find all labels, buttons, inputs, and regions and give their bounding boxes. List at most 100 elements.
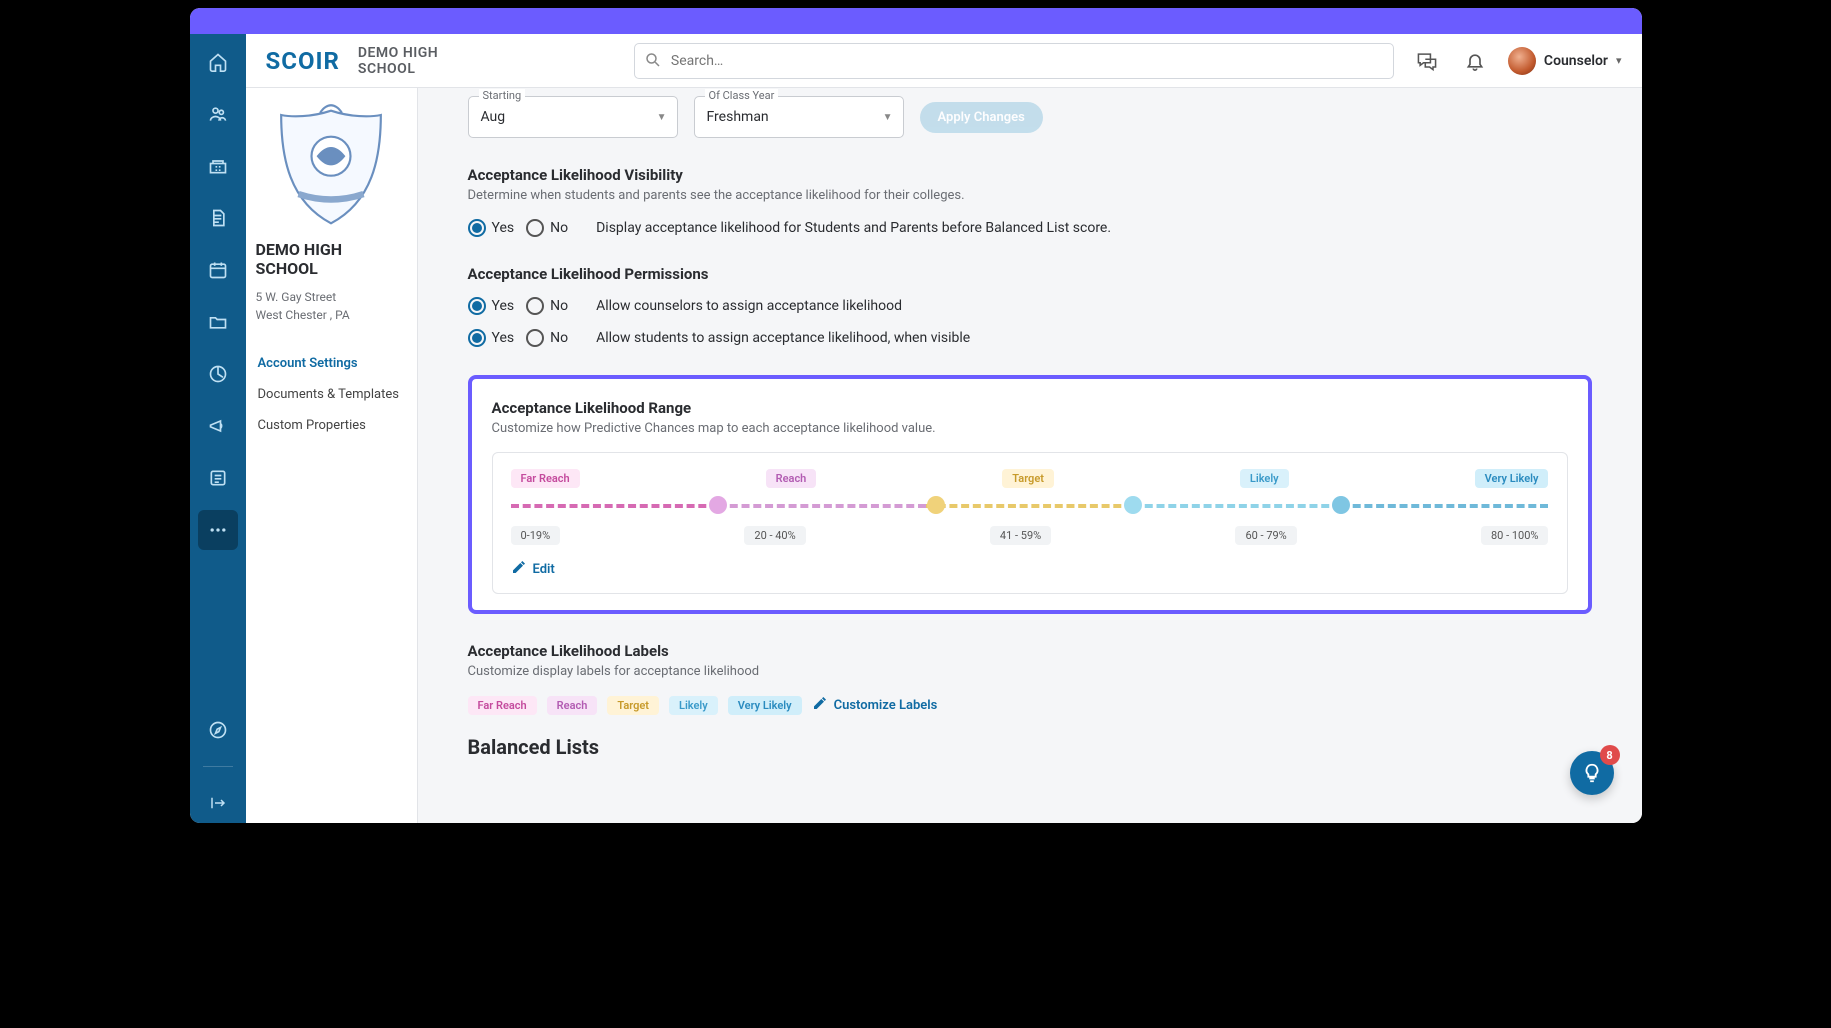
labels-title: Acceptance Likelihood Labels bbox=[468, 642, 1592, 660]
nav-documents-templates[interactable]: Documents & Templates bbox=[256, 379, 407, 410]
seg-far-reach bbox=[511, 504, 719, 508]
seg-very-likely bbox=[1341, 504, 1549, 508]
handle-4[interactable] bbox=[1332, 496, 1350, 514]
pill-far-reach: Far Reach bbox=[511, 469, 580, 488]
nav-document[interactable] bbox=[198, 198, 238, 238]
seg-likely bbox=[1133, 504, 1341, 508]
perm1-no-radio[interactable]: No bbox=[526, 297, 568, 315]
nav-analytics[interactable] bbox=[198, 354, 238, 394]
left-rail bbox=[190, 34, 246, 823]
pencil-icon bbox=[511, 559, 527, 579]
logo[interactable]: SCOIR bbox=[266, 47, 340, 75]
range-desc: Customize how Predictive Chances map to … bbox=[492, 421, 1568, 436]
nav-more[interactable] bbox=[198, 510, 238, 550]
nav-people[interactable] bbox=[198, 94, 238, 134]
nav-announce[interactable] bbox=[198, 406, 238, 446]
starting-label: Starting bbox=[479, 89, 526, 102]
range-visualizer: Far Reach Reach Target Likely Very Likel… bbox=[492, 452, 1568, 594]
pill-very-likely: Very Likely bbox=[1475, 469, 1549, 488]
starting-select[interactable]: Starting Aug ▼ bbox=[468, 96, 678, 138]
handle-1[interactable] bbox=[709, 496, 727, 514]
header-school-name: DEMO HIGH SCHOOL bbox=[358, 45, 466, 77]
range-slider[interactable] bbox=[511, 498, 1549, 514]
user-menu[interactable]: Counselor ▾ bbox=[1508, 47, 1622, 75]
range-val-3: 60 - 79% bbox=[1235, 526, 1296, 545]
nav-home[interactable] bbox=[198, 42, 238, 82]
range-val-4: 80 - 100% bbox=[1481, 526, 1548, 545]
radio-yes-label: Yes bbox=[492, 298, 515, 314]
range-val-2: 41 - 59% bbox=[990, 526, 1051, 545]
messages-icon[interactable] bbox=[1412, 46, 1442, 76]
customize-labels-button[interactable]: Customize Labels bbox=[812, 695, 938, 715]
nav-compass[interactable] bbox=[198, 710, 238, 750]
range-card: Acceptance Likelihood Range Customize ho… bbox=[468, 375, 1592, 614]
classyear-value: Freshman bbox=[707, 109, 769, 125]
apply-changes-button[interactable]: Apply Changes bbox=[920, 102, 1043, 133]
visibility-no-radio[interactable]: No bbox=[526, 219, 568, 237]
radio-yes-label: Yes bbox=[492, 220, 515, 236]
classyear-label: Of Class Year bbox=[705, 89, 779, 102]
range-val-1: 20 - 40% bbox=[744, 526, 805, 545]
label-target: Target bbox=[607, 696, 659, 715]
handle-2[interactable] bbox=[927, 496, 945, 514]
nav-calendar[interactable] bbox=[198, 250, 238, 290]
perm2-text: Allow students to assign acceptance like… bbox=[596, 330, 970, 346]
radio-no-label: No bbox=[550, 220, 568, 236]
search-wrapper bbox=[634, 43, 1394, 79]
nav-custom-properties[interactable]: Custom Properties bbox=[256, 410, 407, 441]
handle-3[interactable] bbox=[1124, 496, 1142, 514]
radio-yes-label: Yes bbox=[492, 330, 515, 346]
nav-folder[interactable] bbox=[198, 302, 238, 342]
visibility-yes-radio[interactable]: Yes bbox=[468, 219, 515, 237]
perm1-text: Allow counselors to assign acceptance li… bbox=[596, 298, 902, 314]
range-title: Acceptance Likelihood Range bbox=[492, 399, 1568, 417]
address-line2: West Chester , PA bbox=[256, 306, 407, 324]
help-button[interactable]: 8 bbox=[1570, 751, 1614, 795]
side-address: 5 W. Gay Street West Chester , PA bbox=[256, 288, 407, 324]
classyear-select[interactable]: Of Class Year Freshman ▼ bbox=[694, 96, 904, 138]
label-far-reach: Far Reach bbox=[468, 696, 537, 715]
radio-no-label: No bbox=[550, 330, 568, 346]
label-very-likely: Very Likely bbox=[728, 696, 802, 715]
label-likely: Likely bbox=[669, 696, 718, 715]
chevron-down-icon: ▼ bbox=[657, 112, 667, 123]
pill-likely: Likely bbox=[1240, 469, 1289, 488]
address-line1: 5 W. Gay Street bbox=[256, 288, 407, 306]
visibility-title: Acceptance Likelihood Visibility bbox=[468, 166, 1592, 184]
side-panel: DEMO HIGH SCHOOL 5 W. Gay Street West Ch… bbox=[246, 88, 418, 823]
starting-value: Aug bbox=[481, 109, 506, 125]
labels-desc: Customize display labels for acceptance … bbox=[468, 664, 1592, 679]
bell-icon[interactable] bbox=[1460, 46, 1490, 76]
side-school-name: DEMO HIGH SCHOOL bbox=[256, 240, 407, 278]
edit-label: Edit bbox=[533, 562, 555, 577]
balanced-lists-title: Balanced Lists bbox=[468, 735, 1592, 759]
rail-divider bbox=[203, 766, 233, 767]
edit-range-button[interactable]: Edit bbox=[511, 559, 555, 579]
top-accent-bar bbox=[190, 8, 1642, 34]
nav-list[interactable] bbox=[198, 458, 238, 498]
content-scroll[interactable]: Starting Aug ▼ Of Class Year Freshman ▼ … bbox=[418, 88, 1642, 823]
nav-account-settings[interactable]: Account Settings bbox=[256, 348, 407, 379]
range-val-0: 0-19% bbox=[511, 526, 561, 545]
label-reach: Reach bbox=[547, 696, 598, 715]
perm2-yes-radio[interactable]: Yes bbox=[468, 329, 515, 347]
app-header: SCOIR DEMO HIGH SCHOOL Counselor ▾ bbox=[246, 34, 1642, 88]
perm2-no-radio[interactable]: No bbox=[526, 329, 568, 347]
nav-college[interactable] bbox=[198, 146, 238, 186]
search-input[interactable] bbox=[634, 43, 1394, 79]
nav-collapse[interactable] bbox=[198, 783, 238, 823]
user-label: Counselor bbox=[1544, 53, 1608, 69]
visibility-desc: Determine when students and parents see … bbox=[468, 188, 1592, 203]
chevron-down-icon: ▾ bbox=[1616, 54, 1622, 67]
pencil-icon bbox=[812, 695, 828, 715]
pill-target: Target bbox=[1002, 469, 1054, 488]
avatar bbox=[1508, 47, 1536, 75]
customize-label: Customize Labels bbox=[834, 698, 938, 713]
school-crest bbox=[261, 102, 401, 232]
pill-reach: Reach bbox=[766, 469, 817, 488]
perm1-yes-radio[interactable]: Yes bbox=[468, 297, 515, 315]
visibility-text: Display acceptance likelihood for Studen… bbox=[596, 220, 1111, 236]
help-badge: 8 bbox=[1600, 745, 1620, 765]
radio-no-label: No bbox=[550, 298, 568, 314]
seg-reach bbox=[718, 504, 926, 508]
